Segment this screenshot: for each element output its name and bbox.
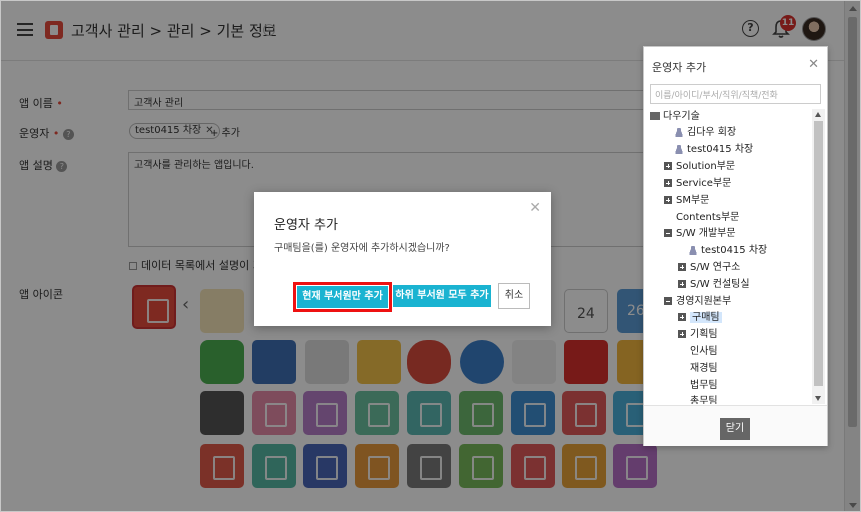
org-search-input[interactable]: 이름/아이디/부서/직위/직책/전화 [650, 84, 821, 104]
tree-node[interactable]: S/W 연구소 [678, 260, 740, 276]
tree-node[interactable]: Service부문 [664, 176, 731, 192]
tree-node[interactable]: 법무팀 [690, 378, 718, 394]
panel-footer: 닫기 [644, 405, 827, 446]
tree-node[interactable]: Solution부문 [664, 159, 735, 175]
expand-icon [678, 280, 686, 288]
collapse-icon [664, 297, 672, 305]
tree-node[interactable]: 총무팀 [690, 394, 718, 404]
add-all-members-button[interactable]: 하위 부서원 모두 추가 [393, 285, 491, 307]
tree-user[interactable]: test0415 차장 [688, 243, 767, 259]
building-icon [650, 112, 660, 120]
tree-node[interactable]: 다우기술 [650, 109, 700, 125]
tree-node[interactable]: S/W 컨설팅실 [678, 277, 750, 293]
tree-user[interactable]: 김다우 회장 [674, 125, 736, 141]
operator-add-panel: 운영자 추가 ✕ 이름/아이디/부서/직위/직책/전화 다우기술 김다우 회장 … [643, 46, 828, 446]
expand-icon [664, 179, 672, 187]
expand-icon [678, 313, 686, 321]
tree-node[interactable]: Contents부문 [676, 210, 739, 226]
user-icon [688, 245, 698, 255]
tree-user[interactable]: test0415 차장 [674, 142, 753, 158]
expand-icon [678, 330, 686, 338]
tree-node[interactable]: SM부문 [664, 193, 709, 209]
tree-node[interactable]: 재경팀 [690, 361, 718, 377]
app-window: 고객사 관리 > 관리 > 기본 정보 i ? 11 앱 이름 • 고객사 관리… [0, 0, 861, 512]
dialog-title: 운영자 추가 [274, 218, 338, 233]
tree-node[interactable]: 기획팀 [678, 327, 718, 343]
add-current-members-button[interactable]: 현재 부서원만 추가 [293, 282, 392, 312]
tree-node[interactable]: S/W 개발부문 [664, 226, 736, 242]
collapse-icon [664, 229, 672, 237]
user-icon [674, 144, 684, 154]
close-icon[interactable]: ✕ [808, 57, 819, 72]
tree-node[interactable]: 경영지원본부 [664, 294, 731, 310]
tree-node[interactable]: 인사팀 [690, 344, 718, 360]
expand-icon [664, 162, 672, 170]
panel-title: 운영자 추가 [652, 61, 707, 74]
panel-close-button[interactable]: 닫기 [720, 418, 750, 440]
org-tree: 다우기술 김다우 회장 test0415 차장 Solution부문 Servi… [648, 109, 808, 404]
close-icon[interactable]: ✕ [529, 200, 541, 216]
confirm-dialog: 운영자 추가 ✕ 구매팀을(를) 운영자에 추가하시겠습니까? 현재 부서원만 … [254, 192, 551, 326]
tree-node-selected[interactable]: 구매팀 [678, 310, 722, 326]
cancel-button[interactable]: 취소 [498, 283, 530, 309]
user-icon [674, 127, 684, 137]
expand-icon [664, 196, 672, 204]
tree-scrollbar[interactable] [812, 109, 825, 404]
dialog-message: 구매팀을(를) 운영자에 추가하시겠습니까? [274, 243, 450, 254]
expand-icon [678, 263, 686, 271]
